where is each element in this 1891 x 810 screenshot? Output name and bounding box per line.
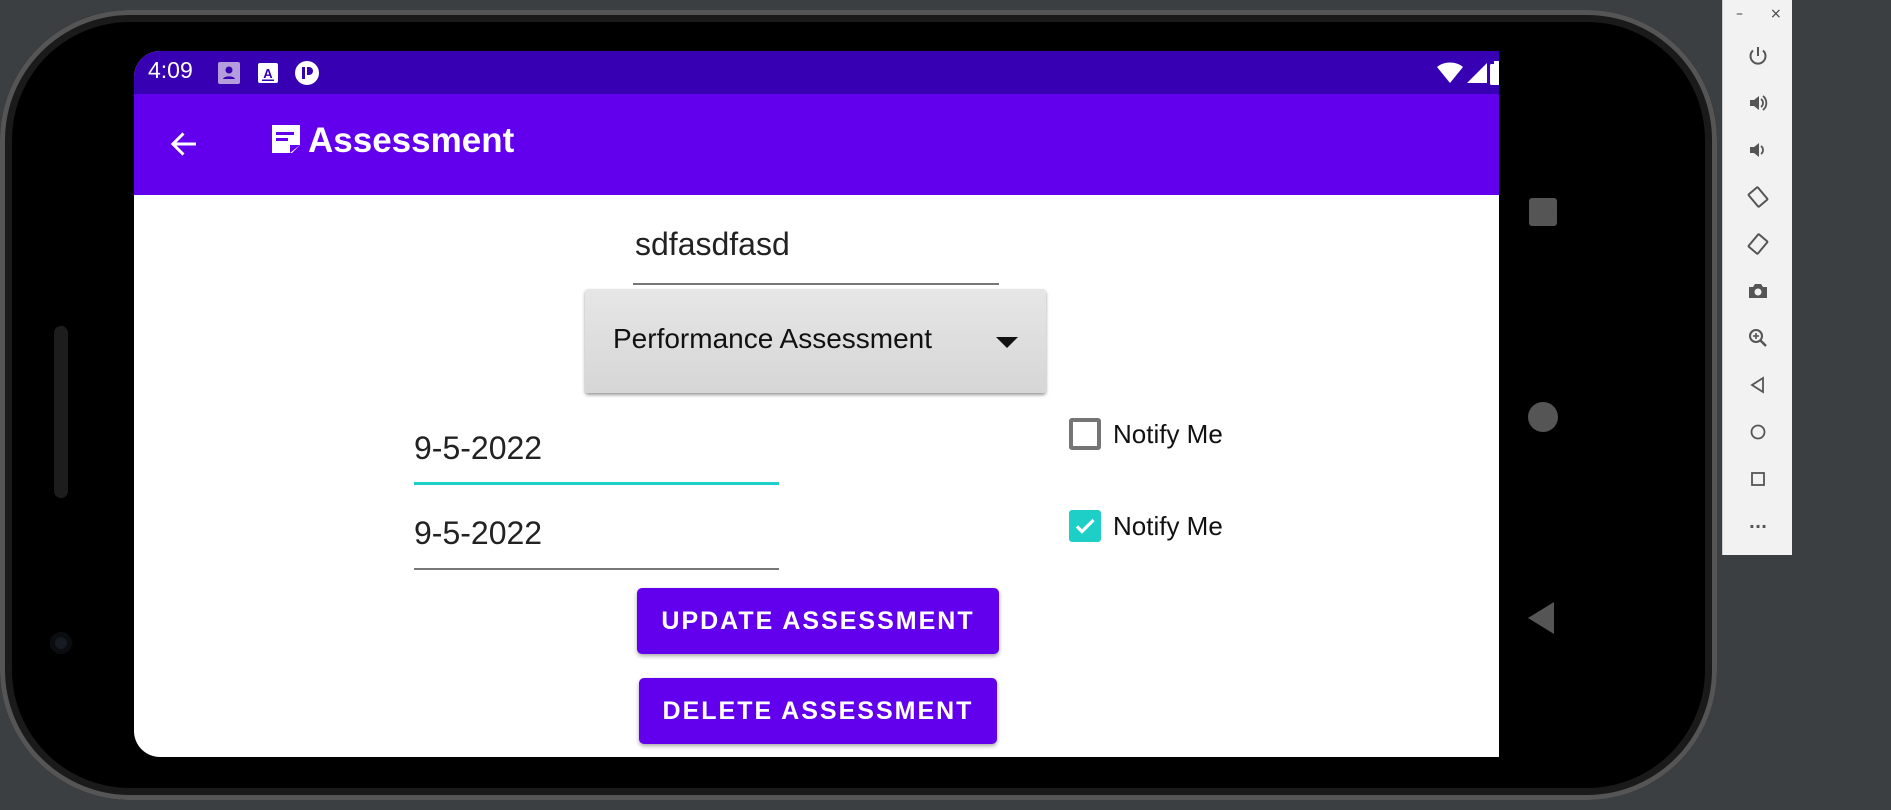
back-icon[interactable] xyxy=(1743,370,1773,400)
update-assessment-button[interactable]: UPDATE ASSESSMENT xyxy=(637,588,999,654)
app-bar: Assessment xyxy=(134,94,1499,195)
checkbox-checked-icon xyxy=(1069,510,1101,542)
checkbox-unchecked-icon xyxy=(1069,418,1101,450)
svg-text:A: A xyxy=(263,66,273,81)
back-button[interactable] xyxy=(162,124,206,168)
home-icon[interactable] xyxy=(1743,417,1773,447)
close-button[interactable]: × xyxy=(1770,6,1782,22)
assessment-form: sdfasdfasd Performance Assessment 9-5-20… xyxy=(134,195,1499,757)
start-notify-checkbox[interactable]: Notify Me xyxy=(1069,418,1223,450)
status-bar: 4:09 A xyxy=(134,51,1499,94)
volume-down-icon[interactable] xyxy=(1743,135,1773,165)
phone-speaker xyxy=(54,326,68,498)
power-icon[interactable] xyxy=(1743,41,1773,71)
rotate-right-icon[interactable] xyxy=(1743,229,1773,259)
page-title: Assessment xyxy=(308,121,515,160)
nav-home-button[interactable] xyxy=(1528,402,1558,432)
nav-recents-button[interactable] xyxy=(1529,198,1557,226)
assessment-type-dropdown[interactable]: Performance Assessment xyxy=(585,289,1046,393)
end-notify-label: Notify Me xyxy=(1113,510,1223,541)
battery-icon xyxy=(1484,60,1499,86)
minimize-button[interactable]: – xyxy=(1736,6,1743,22)
wifi-icon xyxy=(1437,60,1463,86)
phone-camera xyxy=(50,632,72,654)
overview-icon[interactable] xyxy=(1743,464,1773,494)
end-date-input[interactable]: 9-5-2022 xyxy=(414,507,779,570)
assessment-title-input[interactable]: sdfasdfasd xyxy=(633,219,999,285)
assessment-type-selected: Performance Assessment xyxy=(613,323,933,354)
toolbar-title: Assessment xyxy=(268,121,514,161)
camera-icon[interactable] xyxy=(1743,276,1773,306)
arrow-back-icon xyxy=(168,128,200,164)
delete-assessment-button[interactable]: DELETE ASSESSMENT xyxy=(639,678,997,744)
start-date-input[interactable]: 9-5-2022 xyxy=(414,422,779,485)
start-notify-label: Notify Me xyxy=(1113,418,1223,449)
more-icon[interactable]: ··· xyxy=(1743,511,1773,541)
rotate-left-icon[interactable] xyxy=(1743,182,1773,212)
zoom-icon[interactable] xyxy=(1743,323,1773,353)
dropdown-arrow-icon xyxy=(996,337,1018,348)
font-a-notification-icon: A xyxy=(255,60,281,86)
device-screen: 4:09 A Assessment sdfasdfasd Performance… xyxy=(134,51,1499,757)
volume-up-icon[interactable] xyxy=(1743,88,1773,118)
note-icon xyxy=(268,121,304,161)
app-notification-icon xyxy=(294,60,320,86)
more-label: ··· xyxy=(1748,516,1768,536)
status-time: 4:09 xyxy=(148,57,193,83)
emulator-toolbar: – × ··· xyxy=(1722,0,1792,555)
account-notification-icon xyxy=(216,60,242,86)
nav-back-button[interactable] xyxy=(1528,602,1554,634)
end-notify-checkbox[interactable]: Notify Me xyxy=(1069,510,1223,542)
